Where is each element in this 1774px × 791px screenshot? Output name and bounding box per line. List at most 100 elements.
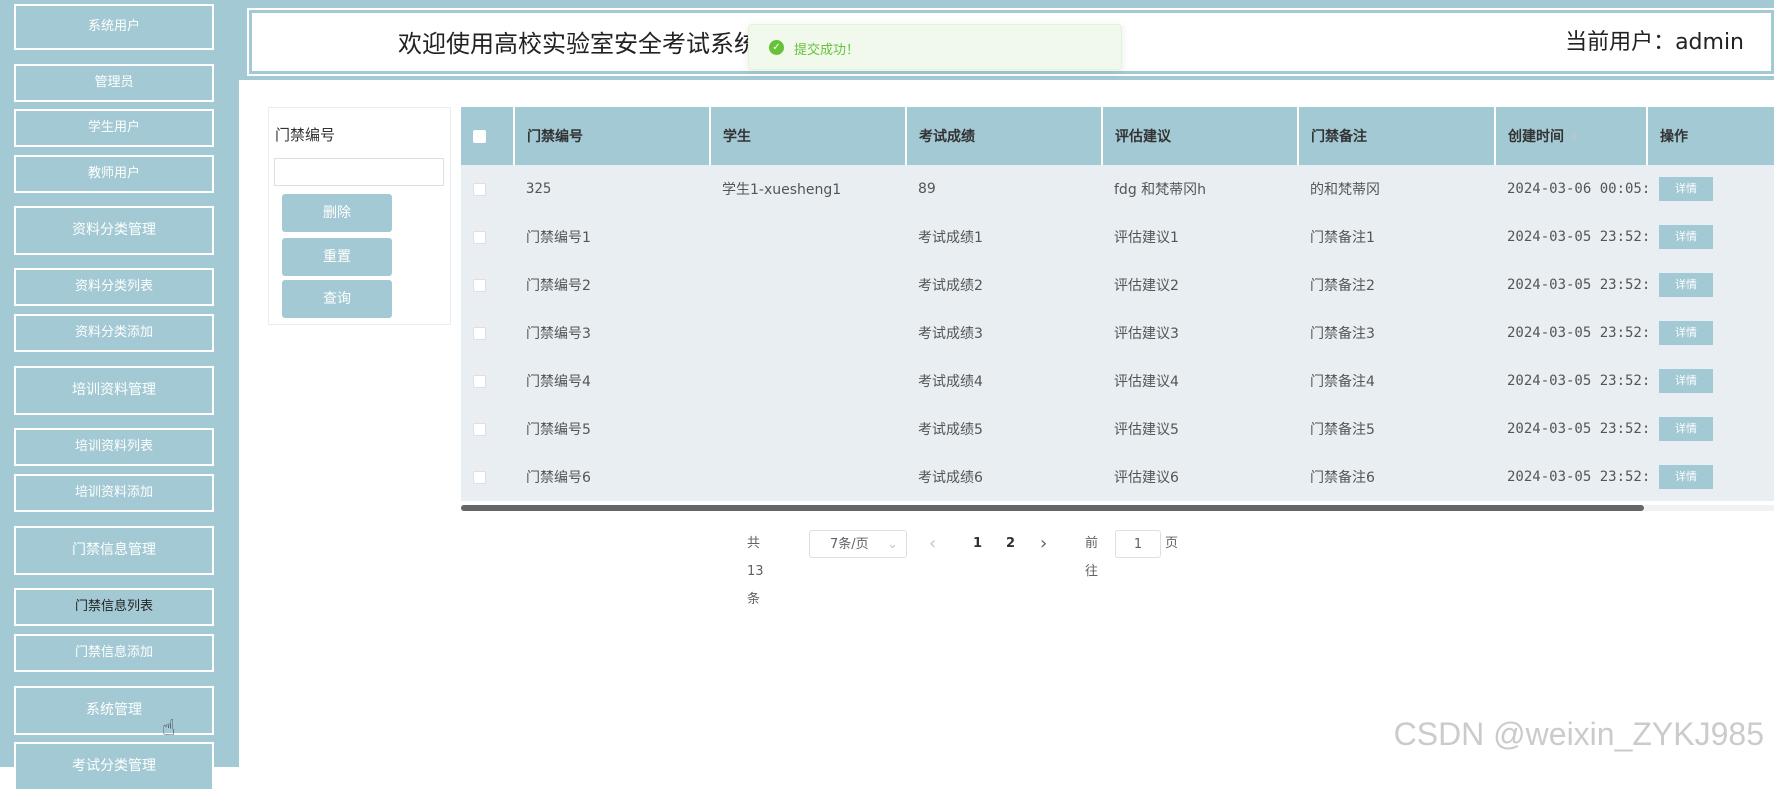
detail-button[interactable]: 详情 [1659,177,1713,201]
sidebar-item-material-category-mgmt[interactable]: 资料分类管理 [14,206,214,255]
row-checkbox[interactable] [473,230,486,244]
table-row: 门禁编号3 考试成绩3 评估建议3 门禁备注3 2024-03-05 23:52:3 详情 [461,309,1774,357]
column-header: 评估建议 [1102,107,1299,165]
sidebar-item-teacher-users[interactable]: 教师用户 [14,155,214,193]
prev-page-button[interactable]: ‹ [929,530,936,558]
table-cell: 评估建议1 [1102,213,1298,261]
column-header-sortable[interactable]: 创建时间 ⇕ [1495,107,1648,165]
sidebar-item-student-users[interactable]: 学生用户 [14,109,214,147]
detail-button[interactable]: 详情 [1659,369,1713,393]
row-checkbox[interactable] [473,470,486,484]
delete-button[interactable]: 删除 [282,194,392,232]
sidebar-item-material-category-add[interactable]: 资料分类添加 [14,314,214,352]
table-cell [710,405,906,453]
data-table: 门禁编号 学生 考试成绩 评估建议 门禁备注 创建时间 ⇕ 操作 325 学生1-x… [461,107,1774,507]
table-row: 门禁编号4 考试成绩4 评估建议4 门禁备注4 2024-03-05 23:52:3 详情 [461,357,1774,405]
actions-cell: 详情 [1647,165,1774,213]
table-cell: 2024-03-05 23:52:3 [1495,213,1647,261]
sidebar-item-access-info-add[interactable]: 门禁信息添加 [14,634,214,672]
watermark: CSDN @weixin_ZYKJ985 [1393,716,1764,752]
table-cell [710,213,906,261]
sidebar-item-training-material-add[interactable]: 培训资料添加 [14,474,214,512]
sidebar-item-access-info-list[interactable]: 门禁信息列表 [14,588,214,626]
sidebar-item-training-material-mgmt[interactable]: 培训资料管理 [14,366,214,415]
table-cell [710,309,906,357]
page-2-button[interactable]: 2 [1006,530,1015,558]
reset-button[interactable]: 重置 [282,238,392,276]
detail-button[interactable]: 详情 [1659,417,1713,441]
actions-cell: 详情 [1647,453,1774,501]
table-cell: 评估建议6 [1102,453,1298,501]
actions-cell: 详情 [1647,309,1774,357]
total-count: 共 13 条 [747,536,764,607]
sidebar-item-access-info-mgmt[interactable]: 门禁信息管理 [14,526,214,575]
toast-message: 提交成功！ [794,43,860,58]
row-checkbox[interactable] [473,182,486,196]
table-cell [710,261,906,309]
table-cell [710,357,906,405]
column-header: 操作 [1647,107,1774,165]
query-button[interactable]: 查询 [282,280,392,318]
table-cell: 89 [906,165,1102,213]
row-select-cell [461,213,514,261]
page-title: 欢迎使用高校实验室安全考试系统 [398,30,758,58]
page-size-value: 7条/页 [830,537,869,552]
row-checkbox[interactable] [473,422,486,436]
detail-button[interactable]: 详情 [1659,321,1713,345]
select-all-checkbox[interactable] [473,129,486,143]
row-select-cell [461,357,514,405]
chevron-down-icon: ⌄ [887,537,898,552]
table-cell: 门禁备注2 [1298,261,1495,309]
table-cell: 门禁编号3 [514,309,710,357]
current-user-label: 当前用户：admin [1565,30,1744,55]
access-code-search-input[interactable] [274,158,444,186]
table-cell: 考试成绩2 [906,261,1102,309]
page-size-select[interactable]: 7条/页 ⌄ [809,530,907,558]
table-header-row: 门禁编号 学生 考试成绩 评估建议 门禁备注 创建时间 ⇕ 操作 [461,107,1774,165]
table-cell: 2024-03-05 23:52:3 [1495,261,1647,309]
table-cell: 考试成绩3 [906,309,1102,357]
table-cell: 2024-03-05 23:52:3 [1495,405,1647,453]
table-cell: 门禁备注6 [1298,453,1495,501]
table-cell: 评估建议3 [1102,309,1298,357]
sidebar-item-system-mgmt[interactable]: 系统管理 [14,686,214,735]
column-header-label: 创建时间 [1508,129,1564,145]
actions-cell: 详情 [1647,213,1774,261]
table-cell: 325 [514,165,710,213]
table-cell: 门禁编号6 [514,453,710,501]
goto-prefix: 前往 [1085,536,1099,579]
goto-page-input[interactable]: 1 [1115,530,1161,558]
next-page-button[interactable]: › [1040,530,1047,558]
sidebar-item-material-category-list[interactable]: 资料分类列表 [14,268,214,306]
sidebar-item-admin[interactable]: 管理员 [14,64,214,102]
row-checkbox[interactable] [473,374,486,388]
row-select-cell [461,453,514,501]
table-cell: 2024-03-05 23:52:3 [1495,357,1647,405]
table-cell: 考试成绩6 [906,453,1102,501]
row-select-cell [461,261,514,309]
detail-button[interactable]: 详情 [1659,465,1713,489]
row-select-cell [461,405,514,453]
column-header: 考试成绩 [906,107,1103,165]
column-header: 门禁备注 [1298,107,1496,165]
column-header: 门禁编号 [514,107,711,165]
horizontal-scrollbar-thumb[interactable] [461,505,1644,511]
row-checkbox[interactable] [473,326,486,340]
sort-icon[interactable]: ⇕ [1570,133,1578,144]
table-cell: 考试成绩1 [906,213,1102,261]
check-circle-icon: ✓ [769,40,784,55]
detail-button[interactable]: 详情 [1659,273,1713,297]
table-cell: 评估建议2 [1102,261,1298,309]
sidebar-item-system-users[interactable]: 系统用户 [14,4,214,50]
table-cell: fdg 和梵蒂冈h [1102,165,1298,213]
table-cell: 门禁备注4 [1298,357,1495,405]
row-checkbox[interactable] [473,278,486,292]
detail-button[interactable]: 详情 [1659,225,1713,249]
table-row: 门禁编号5 考试成绩5 评估建议5 门禁备注5 2024-03-05 23:52:3 详情 [461,405,1774,453]
actions-cell: 详情 [1647,261,1774,309]
table-cell: 2024-03-06 00:05:0 [1495,165,1647,213]
page-1-button[interactable]: 1 [973,530,982,558]
column-header: 学生 [710,107,907,165]
table-cell [710,453,906,501]
sidebar-item-training-material-list[interactable]: 培训资料列表 [14,428,214,466]
